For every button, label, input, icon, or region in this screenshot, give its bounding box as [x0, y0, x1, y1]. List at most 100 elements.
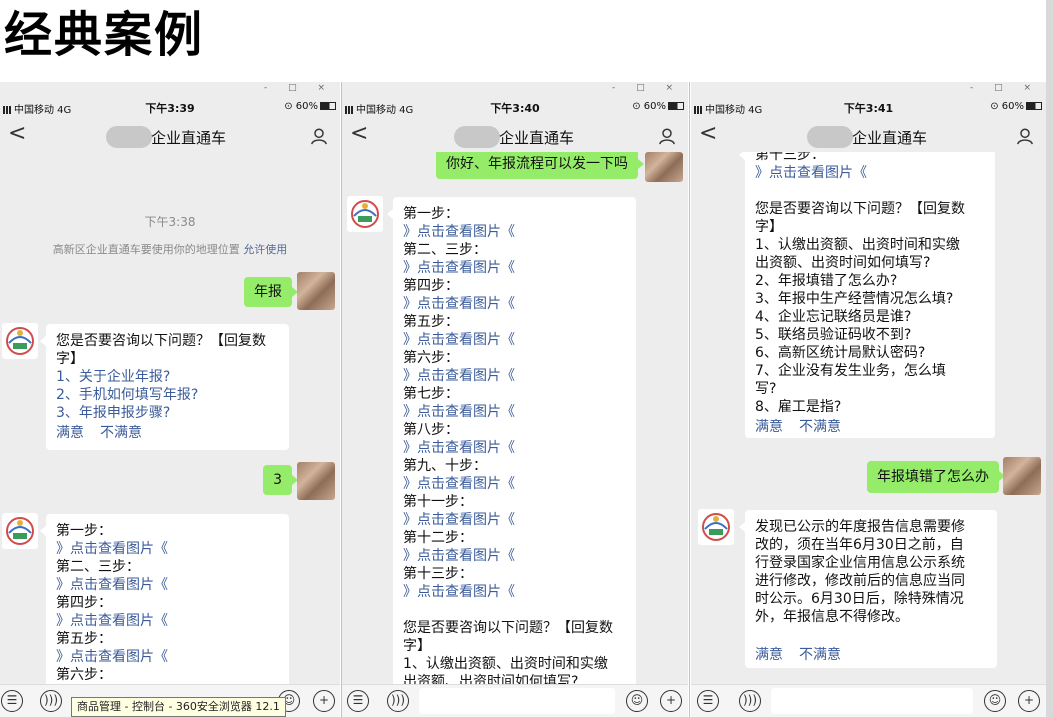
view-image-link[interactable]: 》点击查看图片《	[403, 583, 626, 601]
chevron-left-icon[interactable]: <	[699, 121, 717, 146]
message-line: 您是否要咨询以下问题？【回复数	[403, 620, 613, 636]
menu-option-link[interactable]: 1、关于企业年报?	[56, 368, 279, 386]
view-image-link[interactable]: 》点击查看图片《	[403, 547, 626, 565]
menu-icon[interactable]: ☰	[347, 690, 369, 712]
step-label: 第四步：	[403, 278, 459, 294]
person-icon[interactable]	[1016, 127, 1034, 145]
chat-header: < 企业直通车	[342, 118, 688, 152]
battery-text: 60%	[1001, 101, 1024, 112]
allow-location-link[interactable]: 允许使用	[243, 243, 287, 256]
step-label: 第十三步：	[403, 566, 473, 582]
message-line: 外，年报信息不得修改。	[755, 609, 909, 625]
menu-option: 8、雇工是指?	[755, 399, 842, 415]
phone-screen-1: - □ × 中国移动 4G 下午3:39 ⊙ 60% < 企业直通车 下午3:3…	[0, 82, 340, 717]
chat-area[interactable]: 你好、年报流程可以发一下吗 第一步： 》点击查看图片《 第二、三步： 》点击查看…	[342, 152, 688, 684]
plus-icon[interactable]: +	[1018, 690, 1040, 712]
satisfied-link[interactable]: 满意	[755, 419, 783, 435]
step-label: 第五步：	[403, 314, 459, 330]
step-label: 第二、三步：	[403, 242, 487, 258]
view-image-link[interactable]: 》点击查看图片《	[403, 403, 626, 421]
view-image-link[interactable]: 》点击查看图片《	[403, 259, 626, 277]
menu-icon[interactable]: ☰	[1, 690, 23, 712]
message-input[interactable]	[771, 688, 973, 714]
step-label: 第七步：	[403, 386, 459, 402]
message-line: 您是否要咨询以下问题？【回复数	[755, 201, 965, 217]
unsatisfied-link[interactable]: 不满意	[799, 419, 841, 435]
taskbar-tooltip: 商品管理 - 控制台 - 360安全浏览器 12.1	[71, 697, 286, 717]
menu-option: 4、企业忘记联络员是谁?	[755, 309, 912, 325]
bot-avatar	[2, 323, 38, 359]
person-icon[interactable]	[310, 127, 328, 145]
outgoing-message[interactable]: 年报	[244, 277, 298, 307]
message-line: 字】	[56, 351, 84, 367]
menu-option-link[interactable]: 3、年报申报步骤?	[56, 404, 279, 422]
unsatisfied-link[interactable]: 不满意	[799, 647, 841, 663]
plus-icon[interactable]: +	[313, 690, 335, 712]
view-image-link[interactable]: 》点击查看图片《	[56, 540, 279, 558]
message-line: 行登录国家企业信用信息公示系统	[755, 555, 965, 571]
blurred-name	[807, 126, 853, 148]
battery-icon	[1026, 102, 1042, 110]
voice-icon[interactable]: )))	[739, 690, 761, 712]
outgoing-message[interactable]: 3	[263, 465, 298, 495]
chevron-left-icon[interactable]: <	[8, 121, 26, 146]
voice-icon[interactable]: )))	[40, 690, 62, 712]
menu-option: 6、高新区统计局默认密码?	[755, 345, 926, 361]
person-icon[interactable]	[658, 127, 676, 145]
user-avatar	[297, 272, 335, 310]
menu-option: 7、企业没有发生业务，怎么填	[755, 363, 946, 379]
message-line: 出资额、出资时间如何填写?	[403, 674, 579, 684]
outgoing-message[interactable]: 你好、年报流程可以发一下吗	[436, 152, 644, 179]
emoji-icon[interactable]: ☺	[626, 690, 648, 712]
step-label: 第十三步：	[755, 152, 825, 163]
view-image-link[interactable]: 》点击查看图片《	[403, 439, 626, 457]
window-controls[interactable]: - □ ×	[264, 83, 334, 93]
view-image-link[interactable]: 》点击查看图片《	[403, 511, 626, 529]
menu-option-link[interactable]: 2、手机如何填写年报?	[56, 386, 279, 404]
window-controls[interactable]: - □ ×	[612, 83, 682, 93]
step-label: 第十一步：	[403, 494, 473, 510]
step-label: 第四步：	[56, 595, 112, 611]
window-titlebar: - □ ×	[342, 82, 688, 99]
bot-message-menu: 第十三步： 》点击查看图片《 您是否要咨询以下问题？【回复数 字】 1、认缴出资…	[739, 152, 995, 438]
step-label: 第九、十步：	[403, 458, 487, 474]
menu-icon[interactable]: ☰	[697, 690, 719, 712]
outgoing-message[interactable]: 年报填错了怎么办	[867, 461, 1005, 493]
menu-option: 写?	[755, 381, 777, 397]
view-image-link[interactable]: 》点击查看图片《	[403, 295, 626, 313]
satisfied-link[interactable]: 满意	[755, 647, 783, 663]
view-image-link[interactable]: 》点击查看图片《	[403, 223, 626, 241]
blurred-name	[454, 126, 500, 148]
view-image-link[interactable]: 》点击查看图片《	[403, 331, 626, 349]
feedback-row: 满意 不满意	[56, 424, 279, 442]
input-bar: ☰ ))) ☺ +	[691, 684, 1046, 717]
menu-option: 3、年报中生产经营情况怎么填?	[755, 291, 954, 307]
battery-text: 60%	[643, 101, 666, 112]
view-image-link[interactable]: 》点击查看图片《	[755, 164, 985, 182]
status-bar: 中国移动 4G 下午3:41 ⊙ 60%	[691, 99, 1046, 117]
chat-area[interactable]: 下午3:38 高新区企业直通车要使用你的地理位置 允许使用 年报 您是否要咨询以…	[0, 152, 340, 684]
plus-icon[interactable]: +	[660, 690, 682, 712]
view-image-link[interactable]: 》点击查看图片《	[403, 475, 626, 493]
view-image-link[interactable]: 》点击查看图片《	[403, 367, 626, 385]
view-image-link[interactable]: 》点击查看图片《	[56, 648, 279, 666]
chat-area[interactable]: 第十三步： 》点击查看图片《 您是否要咨询以下问题？【回复数 字】 1、认缴出资…	[691, 152, 1046, 684]
view-image-link[interactable]: 》点击查看图片《	[56, 576, 279, 594]
chat-title: 企业直通车	[151, 129, 227, 147]
unsatisfied-link[interactable]: 不满意	[100, 425, 142, 441]
satisfied-link[interactable]: 满意	[56, 425, 84, 441]
view-image-link[interactable]: 》点击查看图片《	[56, 612, 279, 630]
window-edge	[1046, 0, 1053, 717]
chevron-left-icon[interactable]: <	[350, 121, 368, 146]
emoji-icon[interactable]: ☺	[984, 690, 1006, 712]
window-titlebar: - □ ×	[0, 82, 340, 99]
system-notice-text: 高新区企业直通车要使用你的地理位置	[52, 243, 240, 256]
step-label: 第一步：	[403, 206, 459, 222]
chat-title: 企业直通车	[852, 129, 928, 147]
message-line: 您是否要咨询以下问题？【回复数	[56, 333, 266, 349]
bot-avatar	[347, 196, 383, 232]
voice-icon[interactable]: )))	[387, 690, 409, 712]
message-input[interactable]	[419, 688, 615, 714]
window-controls[interactable]: - □ ×	[970, 83, 1040, 93]
